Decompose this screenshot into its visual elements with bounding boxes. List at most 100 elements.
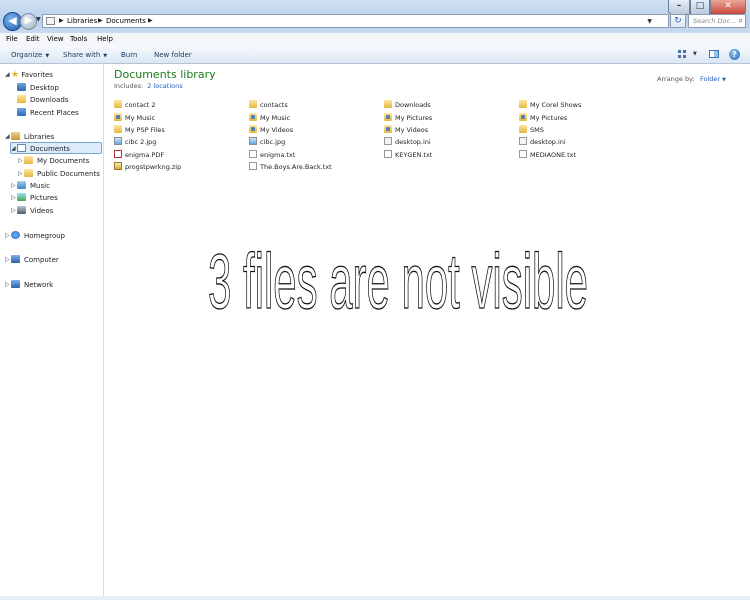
expand-arrow-icon[interactable]: ▷ xyxy=(11,207,16,214)
nav-videos[interactable]: Videos xyxy=(17,206,53,215)
change-view-icon[interactable] xyxy=(677,49,691,59)
expand-arrow-icon[interactable]: ▷ xyxy=(11,194,16,201)
nav-documents-label: Documents xyxy=(30,145,70,153)
file-item[interactable]: SMS xyxy=(519,125,544,134)
maximize-button[interactable]: □ xyxy=(690,0,710,15)
file-item[interactable]: MEDIAONE.txt xyxy=(519,150,576,159)
nav-favorites[interactable]: ★ Favorites xyxy=(11,70,53,80)
view-dropdown-icon[interactable]: ▼ xyxy=(693,51,697,57)
breadcrumb-chevron-icon[interactable]: ▶ xyxy=(98,17,103,24)
nav-music-label: Music xyxy=(30,182,50,190)
collapse-arrow-icon[interactable]: ◢ xyxy=(5,133,10,140)
text-file-icon xyxy=(519,150,527,158)
organize-button[interactable]: Organize ▼ xyxy=(11,51,49,59)
nav-videos-label: Videos xyxy=(30,207,54,215)
preview-pane-icon[interactable] xyxy=(709,50,719,58)
help-icon[interactable]: ? xyxy=(729,49,740,60)
nav-libraries[interactable]: Libraries xyxy=(11,132,54,141)
expand-arrow-icon[interactable]: ▷ xyxy=(5,232,10,239)
file-item[interactable]: KEYGEN.txt xyxy=(384,150,432,159)
nav-homegroup-label: Homegroup xyxy=(24,232,66,240)
file-item[interactable]: enigma.PDF xyxy=(114,150,164,159)
file-item[interactable]: My Videos xyxy=(384,125,428,134)
breadcrumb-chevron-icon[interactable]: ▶ xyxy=(148,17,153,24)
nav-pictures-label: Pictures xyxy=(30,194,58,202)
file-name: The.Boys.Are.Back.txt xyxy=(260,163,332,171)
folder-icon xyxy=(114,125,122,133)
nav-downloads[interactable]: Downloads xyxy=(17,95,68,104)
file-name: cibc.jpg xyxy=(260,138,286,146)
menu-help[interactable]: Help xyxy=(97,35,113,43)
nav-my-documents[interactable]: My Documents xyxy=(24,156,89,165)
nav-desktop-label: Desktop xyxy=(30,84,59,92)
pictures-icon xyxy=(17,193,26,201)
special-folder-icon xyxy=(519,113,527,121)
file-item[interactable]: My Corel Shows xyxy=(519,100,581,109)
file-item[interactable]: progstpwrkng.zip xyxy=(114,162,181,171)
address-dropdown-icon[interactable]: ▼ xyxy=(647,18,652,25)
file-item[interactable]: contact 2 xyxy=(114,100,156,109)
burn-button[interactable]: Burn xyxy=(121,51,137,59)
breadcrumb-documents[interactable]: Documents xyxy=(106,17,146,25)
expand-arrow-icon[interactable]: ▷ xyxy=(11,182,16,189)
file-item[interactable]: My Videos xyxy=(249,125,293,134)
recent-pages-dropdown[interactable]: ▼ xyxy=(36,16,41,23)
file-name: enigma.txt xyxy=(260,151,296,159)
new-folder-button[interactable]: New folder xyxy=(154,51,192,59)
file-name: MEDIAONE.txt xyxy=(530,151,577,159)
collapse-arrow-icon[interactable]: ◢ xyxy=(5,71,10,78)
expand-arrow-icon[interactable]: ▷ xyxy=(18,170,23,177)
special-folder-icon xyxy=(249,113,257,121)
file-item[interactable]: My Pictures xyxy=(384,113,432,122)
expand-arrow-icon[interactable]: ▷ xyxy=(18,157,23,164)
file-item[interactable]: desktop.ini xyxy=(384,137,431,146)
file-item[interactable]: cibc.jpg xyxy=(249,137,285,146)
nav-documents[interactable]: Documents xyxy=(17,144,70,153)
folder-icon xyxy=(114,100,122,108)
file-item[interactable]: Downloads xyxy=(384,100,431,109)
collapse-arrow-icon[interactable]: ◢ xyxy=(11,145,16,152)
menu-file[interactable]: File xyxy=(6,35,18,43)
file-item[interactable]: desktop.ini xyxy=(519,137,566,146)
window-bottom-border xyxy=(0,596,750,600)
nav-computer[interactable]: Computer xyxy=(11,255,59,264)
close-button[interactable]: ✕ xyxy=(710,0,746,15)
expand-arrow-icon[interactable]: ▷ xyxy=(5,256,10,263)
refresh-button[interactable]: ↻ xyxy=(670,14,686,28)
file-item[interactable]: My PSP Files xyxy=(114,125,165,134)
file-item[interactable]: contacts xyxy=(249,100,288,109)
file-item[interactable]: My Music xyxy=(114,113,155,122)
breadcrumb-chevron-icon[interactable]: ▶ xyxy=(59,17,64,24)
nav-homegroup[interactable]: Homegroup xyxy=(11,231,65,240)
breadcrumb-libraries[interactable]: Libraries xyxy=(67,17,97,25)
share-with-button[interactable]: Share with ▼ xyxy=(63,51,107,59)
search-input[interactable]: Search Doc... ⌕ xyxy=(688,14,746,28)
file-item[interactable]: cibc 2.jpg xyxy=(114,137,156,146)
file-name: Downloads xyxy=(395,101,431,109)
nav-desktop[interactable]: Desktop xyxy=(17,83,59,92)
file-item[interactable]: enigma.txt xyxy=(249,150,295,159)
homegroup-icon xyxy=(11,231,20,239)
file-name: contacts xyxy=(260,101,288,109)
share-with-label: Share with xyxy=(63,51,101,59)
address-bar[interactable]: ▶ Libraries ▶ Documents ▶ ▼ xyxy=(42,14,669,28)
nav-music[interactable]: Music xyxy=(17,181,50,190)
menu-bar: File Edit View Tools Help xyxy=(0,33,750,47)
nav-public-documents[interactable]: Public Documents xyxy=(24,169,100,178)
forward-button[interactable]: ▶ xyxy=(20,13,37,30)
minimize-button[interactable]: – xyxy=(668,0,690,15)
nav-pictures[interactable]: Pictures xyxy=(17,193,58,202)
nav-recent-places[interactable]: Recent Places xyxy=(17,108,79,117)
file-item[interactable]: My Music xyxy=(249,113,290,122)
menu-edit[interactable]: Edit xyxy=(26,35,40,43)
arrange-by-dropdown[interactable]: Folder ▼ xyxy=(700,75,726,83)
file-name: contact 2 xyxy=(125,101,156,109)
search-icon[interactable]: ⌕ xyxy=(739,16,743,26)
file-item[interactable]: The.Boys.Are.Back.txt xyxy=(249,162,332,171)
expand-arrow-icon[interactable]: ▷ xyxy=(5,281,10,288)
menu-view[interactable]: View xyxy=(47,35,64,43)
locations-link[interactable]: 2 locations xyxy=(147,82,182,90)
file-item[interactable]: My Pictures xyxy=(519,113,567,122)
nav-network[interactable]: Network xyxy=(11,280,53,289)
menu-tools[interactable]: Tools xyxy=(70,35,87,43)
